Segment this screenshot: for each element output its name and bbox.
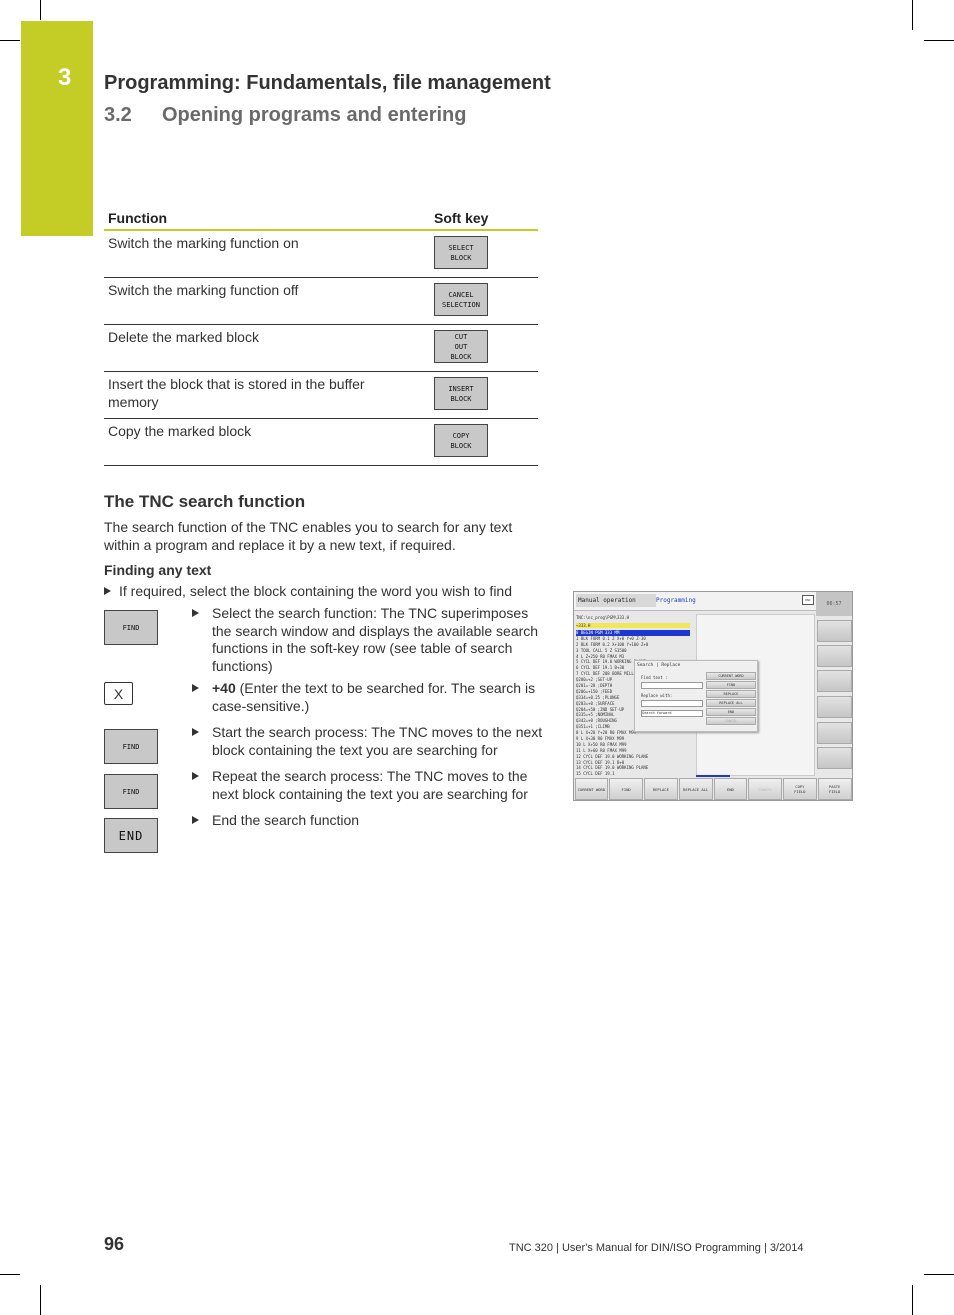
entered-value: +40	[212, 680, 236, 696]
vertical-softkey[interactable]	[817, 696, 852, 718]
step-item: Repeat the search process: The TNC moves…	[192, 768, 547, 802]
chapter-title: Programming: Fundamentals, file manageme…	[104, 72, 551, 94]
programming-tab[interactable]: Programming	[656, 594, 756, 607]
end-button[interactable]: END	[706, 708, 756, 716]
step-item: If required, select the block containing…	[104, 583, 554, 601]
table-row: Copy the marked block COPY BLOCK	[104, 418, 538, 466]
dialog-title: Search | Replace	[637, 663, 681, 668]
current-word-softkey[interactable]: CURRENT WORD	[574, 778, 609, 800]
footer-text: TNC 320 | User's Manual for DIN/ISO Prog…	[509, 1242, 804, 1254]
bullet-triangle-icon	[192, 728, 199, 736]
column-header-function: Function	[104, 208, 410, 231]
function-cell: Insert the block that is stored in the b…	[104, 371, 410, 419]
code-line[interactable]: 15 CYCL DEF 19.1	[576, 771, 690, 777]
find-text-label: Find text :	[641, 675, 668, 680]
mode-bar: Manual operation Programming DNC	[574, 592, 816, 611]
find-softkey[interactable]: FIND	[104, 774, 158, 809]
step-text: Repeat the search process: The TNC moves…	[212, 768, 528, 802]
direction-select[interactable]: Search forward	[641, 710, 703, 717]
crop-mark	[924, 40, 954, 41]
replace-all-button[interactable]: REPLACE ALL	[706, 699, 756, 707]
crop-mark	[912, 1285, 913, 1315]
function-cell: Switch the marking function on	[104, 230, 410, 278]
crop-mark	[924, 1274, 954, 1275]
vertical-softkey[interactable]	[817, 722, 852, 744]
step-text: If required, select the block containing…	[119, 583, 512, 599]
search-intro: The search function of the TNC enables y…	[104, 519, 513, 553]
crop-mark	[0, 40, 20, 41]
end-softkey[interactable]: END	[713, 778, 748, 800]
bullet-triangle-icon	[192, 772, 199, 780]
cut-out-block-softkey[interactable]: CUT OUT BLOCK	[434, 330, 488, 363]
table-row: Insert the block that is stored in the b…	[104, 371, 538, 419]
find-softkey[interactable]: FIND	[609, 778, 643, 800]
step-text: Select the search function: The TNC supe…	[212, 605, 539, 674]
crop-mark	[0, 1274, 20, 1275]
replace-button[interactable]: REPLACE	[706, 690, 756, 698]
vertical-softkey[interactable]	[817, 620, 852, 642]
find-text-input[interactable]	[641, 682, 703, 689]
table-row: Delete the marked block CUT OUT BLOCK	[104, 324, 538, 372]
function-table: Function Soft key Switch the marking fun…	[104, 208, 538, 466]
tnc-screenshot: Manual operation Programming DNC 06:57 T…	[573, 591, 853, 801]
find-softkey[interactable]: FIND	[104, 729, 158, 764]
replace-label: Replace with:	[641, 693, 673, 698]
column-header-softkey: Soft key	[410, 208, 538, 231]
vertical-softkey[interactable]	[817, 670, 852, 692]
softkey-row: CURRENT WORD FIND REPLACE REPLACE ALL EN…	[574, 778, 852, 800]
copy-field-softkey[interactable]: COPY FIELD	[783, 778, 817, 800]
replace-all-softkey[interactable]: REPLACE ALL	[678, 778, 713, 800]
crop-mark	[912, 0, 913, 30]
finding-text-subheading: Finding any text	[104, 562, 212, 578]
vertical-softkey[interactable]	[817, 747, 852, 769]
x-axis-key[interactable]: X	[104, 682, 133, 705]
manual-operation-tab[interactable]: Manual operation	[576, 594, 656, 607]
step-item: Start the search process: The TNC moves …	[192, 724, 547, 758]
replace-softkey[interactable]: REPLACE	[644, 778, 678, 800]
bullet-triangle-icon	[104, 587, 111, 595]
vertical-softkey[interactable]	[817, 645, 852, 667]
select-block-softkey[interactable]: SELECT BLOCK	[434, 236, 488, 269]
step-item: +40 (Enter the text to be searched for. …	[192, 680, 547, 714]
search-replace-dialog: Search | Replace Find text : Replace wit…	[634, 660, 758, 732]
section-name: Opening programs and entering	[162, 104, 467, 126]
dnc-icon: DNC	[802, 595, 814, 605]
page-number: 96	[104, 1234, 125, 1254]
search-section-title: The TNC search function	[104, 492, 306, 511]
find-button[interactable]: FIND	[706, 681, 756, 689]
cancel-softkey[interactable]: CANCEL	[748, 778, 782, 800]
bullet-triangle-icon	[192, 609, 199, 617]
step-text: Start the search process: The TNC moves …	[212, 724, 543, 758]
bullet-triangle-icon	[192, 816, 199, 824]
step-item: End the search function	[192, 812, 547, 830]
paste-field-softkey[interactable]: PASTE FIELD	[817, 778, 852, 800]
insert-block-softkey[interactable]: INSERT BLOCK	[434, 377, 488, 410]
chapter-tab	[21, 21, 93, 236]
find-softkey[interactable]: FIND	[104, 610, 158, 645]
cancel-selection-softkey[interactable]: CANCEL SELECTION	[434, 283, 488, 316]
table-row: Switch the marking function off CANCEL SE…	[104, 277, 538, 325]
step-item: Select the search function: The TNC supe…	[192, 605, 547, 674]
chapter-number: 3	[58, 64, 72, 91]
crop-mark	[40, 0, 41, 20]
section-number: 3.2	[104, 104, 132, 126]
function-cell: Switch the marking function off	[104, 277, 410, 325]
function-cell: Copy the marked block	[104, 418, 410, 466]
function-cell: Delete the marked block	[104, 324, 410, 372]
clock: 06:57	[816, 592, 852, 616]
section-title: 3.2 Opening programs and entering	[104, 104, 466, 127]
cancel-button[interactable]: CANCEL	[706, 717, 756, 725]
step-text: (Enter the text to be searched for. The …	[212, 680, 536, 714]
step-text: End the search function	[212, 812, 360, 828]
copy-block-softkey[interactable]: COPY BLOCK	[434, 424, 488, 457]
end-key[interactable]: END	[104, 818, 158, 853]
table-row: Switch the marking function on SELECT BLO…	[104, 230, 538, 278]
current-word-button[interactable]: CURRENT WORD	[706, 672, 756, 680]
replace-input[interactable]	[641, 700, 703, 707]
bullet-triangle-icon	[192, 684, 199, 692]
progress-bar	[696, 775, 730, 777]
program-path: TNC:\nc_prog\PGM\333.H	[576, 615, 629, 620]
program-file: →333.H	[576, 623, 690, 628]
crop-mark	[40, 1285, 41, 1315]
